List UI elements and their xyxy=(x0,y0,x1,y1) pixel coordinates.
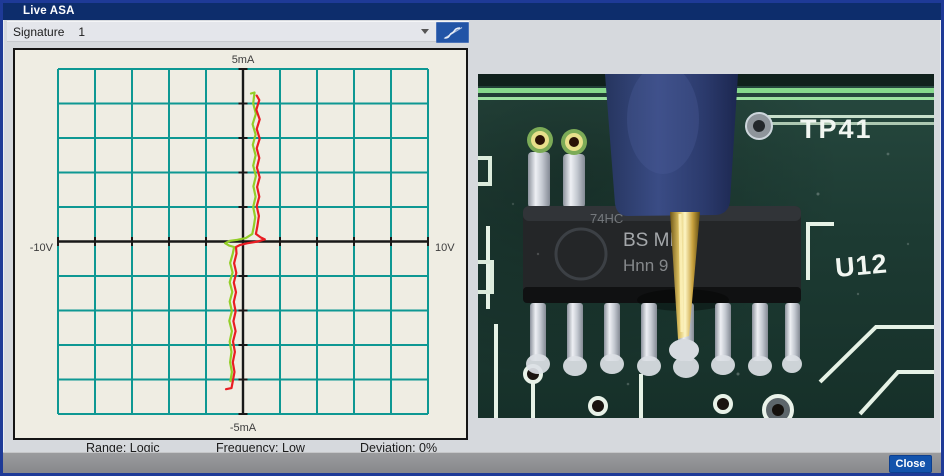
component-label: U12 xyxy=(834,248,889,282)
title-bar[interactable]: Live ASA xyxy=(3,3,941,20)
x-axis-left-label: -10V xyxy=(30,242,54,254)
pcb-camera-view: TP41 U12 74HC BS ME Hnn xyxy=(478,74,934,418)
live-asa-dialog: Live ASA Signature 1 5mA -5mA -10V 10V R… xyxy=(0,0,944,476)
signature-value: 1 xyxy=(78,25,85,39)
dialog-footer: Close xyxy=(3,452,941,474)
window-title: Live ASA xyxy=(23,5,75,17)
signature-plot[interactable]: 5mA -5mA -10V 10V xyxy=(15,50,466,438)
svg-text:74HC: 74HC xyxy=(590,211,623,226)
pcb-photo: TP41 U12 74HC BS ME Hnn xyxy=(478,74,934,418)
close-button[interactable]: Close xyxy=(889,455,932,473)
test-point-label: TP41 xyxy=(800,114,873,144)
x-axis-right-label: 10V xyxy=(435,242,455,254)
signature-curve-icon xyxy=(443,26,463,40)
signature-label: Signature xyxy=(13,25,64,39)
signature-select[interactable]: Signature 1 xyxy=(7,22,435,41)
toolbar: Signature 1 xyxy=(7,21,469,42)
chevron-down-icon xyxy=(421,29,429,34)
y-axis-bottom-label: -5mA xyxy=(230,422,257,434)
signature-plot-panel: 5mA -5mA -10V 10V xyxy=(13,48,468,440)
y-axis-top-label: 5mA xyxy=(232,54,255,66)
signature-trace-button[interactable] xyxy=(436,22,469,43)
ic-chip: 74HC BS ME Hnn 9 G xyxy=(523,206,801,311)
probe xyxy=(605,74,738,216)
